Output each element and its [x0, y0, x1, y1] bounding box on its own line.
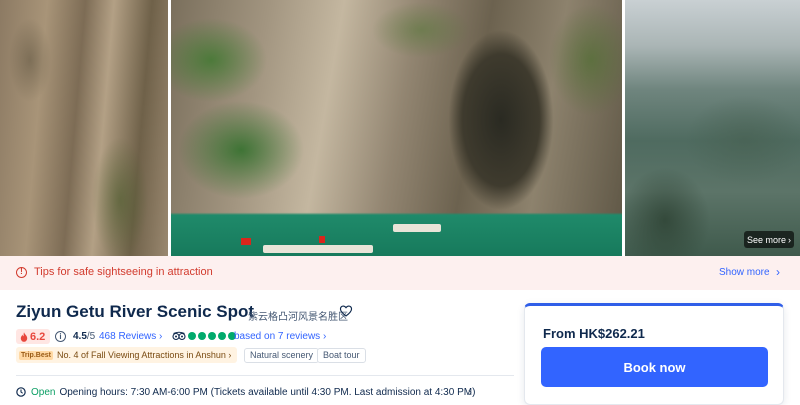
tripbest-label: Trip.Best	[19, 350, 53, 360]
heart-icon[interactable]	[339, 304, 353, 318]
ranking-text: No. 4 of Fall Viewing Attractions in Ans…	[56, 350, 232, 360]
book-now-button[interactable]: Book now	[541, 347, 768, 387]
flag	[319, 236, 325, 243]
tips-text: Tips for safe sightseeing in attraction	[34, 266, 213, 278]
page-title: Ziyun Getu River Scenic Spot	[16, 302, 255, 321]
rating: 4.5/5	[73, 331, 95, 342]
rating-bubble	[218, 332, 226, 340]
divider	[16, 375, 514, 376]
rating-scale: /5	[86, 331, 96, 342]
heat-score-badge: 6.2	[16, 329, 51, 344]
ranking-badge[interactable]: Trip.Best No. 4 of Fall Viewing Attracti…	[16, 347, 238, 363]
rating-value: 4.5	[73, 331, 87, 342]
reviews-label: 468 Reviews	[99, 331, 157, 342]
rating-bubble	[208, 332, 216, 340]
ranking-text-value: No. 4 of Fall Viewing Attractions in Ans…	[56, 350, 226, 360]
rating-bubble	[198, 332, 206, 340]
tripadvisor-reviews-link[interactable]: based on 7 reviews ›	[234, 331, 326, 342]
gallery-photo-main[interactable]	[171, 0, 622, 256]
boat	[263, 245, 373, 253]
show-more-link[interactable]: Show more	[719, 267, 770, 278]
gallery-photo-left[interactable]	[0, 0, 168, 256]
page-title-local: 紫云格凸河风景名胜区	[248, 312, 348, 323]
tips-banner: Tips for safe sightseeing in attraction …	[0, 256, 800, 290]
tag-boat-tour: Boat tour	[317, 348, 366, 363]
gallery-photo-right[interactable]: See more ›	[625, 0, 800, 256]
photo-gallery: See more ›	[0, 0, 800, 256]
price-text: From HK$262.21	[543, 326, 645, 341]
see-more-label: See more	[746, 234, 787, 245]
info-icon[interactable]: i	[55, 331, 66, 342]
rating-bubble	[188, 332, 196, 340]
boat	[393, 224, 441, 232]
reviews-link[interactable]: 468 Reviews ›	[99, 331, 162, 342]
chevron-right-icon[interactable]: ›	[468, 385, 472, 399]
tripadvisor-icon	[172, 331, 186, 341]
tripadvisor-text: based on 7 reviews	[234, 331, 321, 342]
hours-text: Opening hours: 7:30 AM-6:00 PM (Tickets …	[59, 387, 476, 398]
opening-hours: Open Opening hours: 7:30 AM-6:00 PM (Tick…	[31, 387, 475, 398]
chevron-right-icon: ›	[788, 234, 792, 245]
clock-icon	[16, 387, 26, 397]
flame-icon	[20, 331, 28, 342]
booking-card: From HK$262.21 Book now	[524, 303, 784, 405]
alert-icon	[16, 267, 27, 278]
open-status: Open	[31, 387, 56, 398]
flag	[241, 238, 251, 245]
see-more-button[interactable]: See more ›	[744, 231, 794, 248]
chevron-right-icon[interactable]: ›	[776, 265, 780, 279]
heat-score: 6.2	[30, 330, 46, 343]
tripadvisor-rating-bubbles	[188, 332, 236, 340]
tag-natural-scenery: Natural scenery	[244, 348, 320, 363]
